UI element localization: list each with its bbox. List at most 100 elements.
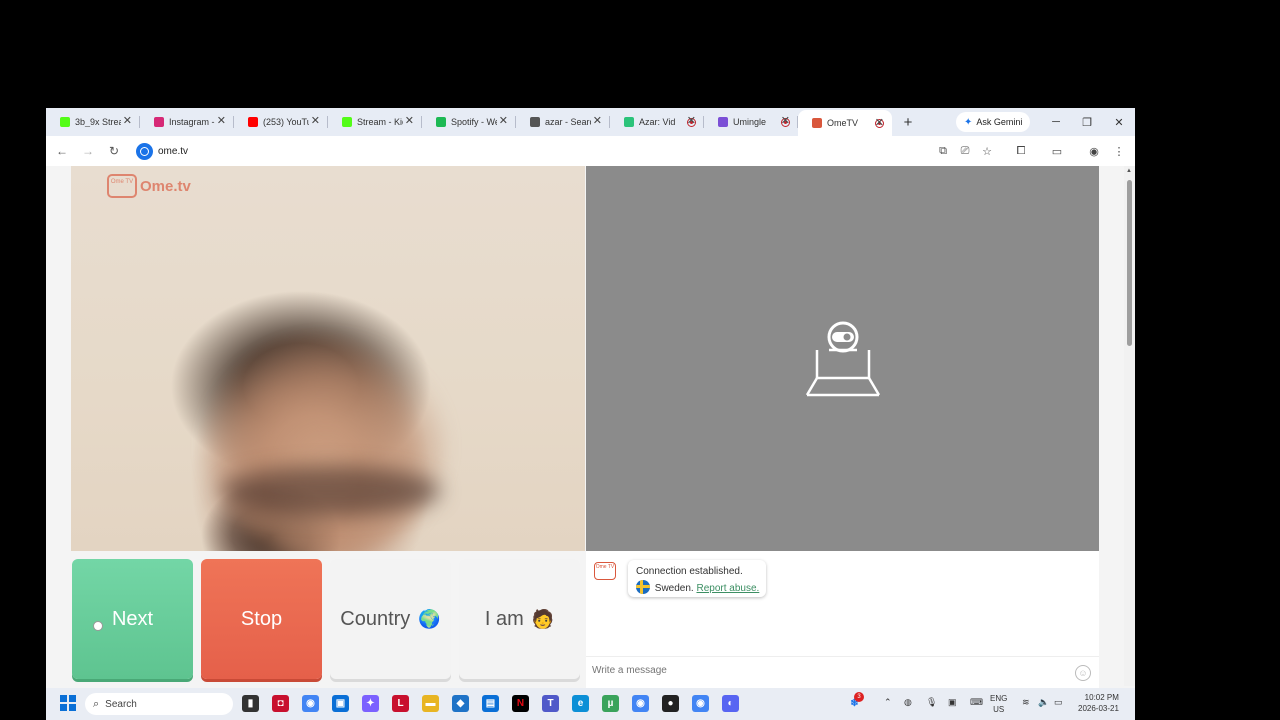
teams-icon[interactable]: T <box>542 695 559 712</box>
lang-top: ENG <box>990 694 1008 703</box>
country-button[interactable]: Country 🌍 <box>330 559 451 679</box>
close-tab-icon[interactable]: ✕ <box>875 117 884 129</box>
ometv-page: Ome TV Ome.tv Ome TV Connection establis… <box>46 166 1135 720</box>
vpn-icon[interactable]: ◆ <box>452 695 469 712</box>
tab-kick[interactable]: Stream - Kick✕ <box>328 108 422 136</box>
copilot-icon[interactable]: ✦ <box>362 695 379 712</box>
tab-youtube[interactable]: (253) YouTube✕ <box>234 108 328 136</box>
close-tab-icon[interactable]: ✕ <box>405 115 414 127</box>
scroll-thumb[interactable] <box>1127 180 1132 346</box>
extensions-icon[interactable]: ⧠ <box>1013 143 1029 159</box>
close-tab-icon[interactable]: ✕ <box>781 115 790 127</box>
scroll-up-icon[interactable]: ▲ <box>1126 168 1132 174</box>
news-icon[interactable]: L <box>392 695 409 712</box>
side-panel-icon[interactable]: ▭ <box>1049 143 1065 159</box>
chrome-profile-icon[interactable]: ◉ <box>692 695 709 712</box>
ask-gemini-button[interactable]: ✦ Ask Gemini <box>956 112 1031 132</box>
remote-desktop-icon[interactable]: ▤ <box>482 695 499 712</box>
gender-button[interactable]: I am 🧑 <box>459 559 580 679</box>
minimize-button[interactable]: ─ <box>1040 108 1072 136</box>
gemini-icon: ✦ <box>964 116 973 128</box>
chrome-active-icon[interactable]: ◉ <box>632 695 649 712</box>
stop-button[interactable]: Stop <box>201 559 322 679</box>
task-view-icon[interactable]: ▮ <box>242 695 259 712</box>
emoji-icon[interactable]: ☺ <box>1075 665 1091 681</box>
install-app-icon[interactable]: ⎚ <box>957 143 973 159</box>
partner-country: Sweden. <box>654 583 694 594</box>
utorrent-icon[interactable]: µ <box>602 695 619 712</box>
spotify-icon <box>436 117 446 127</box>
edge-icon[interactable]: e <box>572 695 589 712</box>
volume-icon[interactable]: 🔈 <box>1038 697 1049 708</box>
wifi-icon[interactable]: ≋ <box>1022 697 1030 708</box>
bookmark-star-icon[interactable]: ☆ <box>979 143 995 159</box>
taskbar-search[interactable]: ⌕ Search <box>85 693 233 715</box>
report-abuse-link[interactable]: Report abuse. <box>696 583 759 594</box>
translate-icon[interactable]: ⧉ <box>935 143 951 159</box>
tab-ometv[interactable]: OmeTV ✕ <box>798 110 892 136</box>
next-button[interactable]: Next <box>72 559 193 679</box>
keyboard-icon[interactable]: ⌨ <box>970 697 983 708</box>
forward-icon[interactable]: → <box>76 139 100 163</box>
close-tab-icon[interactable]: ✕ <box>217 115 226 127</box>
microphone-icon[interactable]: 🎙 <box>926 697 937 708</box>
tab-title: 3b_9x Stream <box>75 117 121 127</box>
battery-icon[interactable]: ▭ <box>1054 697 1063 708</box>
tray-screen-icon[interactable]: ▣ <box>948 697 957 708</box>
blurred-face <box>206 321 446 551</box>
tab-title: Azar: Vid <box>639 117 676 127</box>
maximize-button[interactable]: ❐ <box>1071 108 1103 136</box>
profile-icon[interactable]: ◉ <box>1086 143 1102 159</box>
message-input[interactable] <box>592 665 1032 676</box>
youtube-icon <box>248 117 258 127</box>
country-label: Country <box>340 607 411 630</box>
tray-app-icon[interactable]: ◍ <box>904 697 912 708</box>
ask-gemini-label: Ask Gemini <box>976 117 1023 127</box>
address-bar[interactable]: ome.tv <box>136 142 188 160</box>
tab-azar[interactable]: Azar: Vid ✕ <box>610 108 704 136</box>
new-tab-button[interactable]: + <box>896 114 920 131</box>
netflix-icon[interactable]: N <box>512 695 529 712</box>
close-tab-icon[interactable]: ✕ <box>311 115 320 127</box>
store-icon[interactable]: ▣ <box>332 695 349 712</box>
obs-icon[interactable]: ● <box>662 695 679 712</box>
reload-icon[interactable]: ↻ <box>102 139 126 163</box>
close-tab-icon[interactable]: ✕ <box>499 115 508 127</box>
mouse-cursor <box>93 621 103 631</box>
language-indicator[interactable]: ENG US <box>990 693 1007 715</box>
tab-title: Spotify - We <box>451 117 497 127</box>
discord-icon[interactable]: ◐ <box>722 695 739 712</box>
tab-title: Stream - Kick <box>357 117 403 127</box>
iam-label: I am <box>484 607 524 630</box>
show-hidden-icons[interactable]: ⌃ <box>884 697 892 708</box>
back-icon[interactable]: ← <box>50 139 74 163</box>
search-icon: ⌕ <box>93 697 100 710</box>
tab-search[interactable]: azar - Search✕ <box>516 108 610 136</box>
close-tab-icon[interactable]: ✕ <box>593 115 602 127</box>
tab-instagram[interactable]: Instagram - ✕ <box>140 108 234 136</box>
menu-icon[interactable]: ⋮ <box>1111 143 1127 159</box>
close-tab-icon[interactable]: ✕ <box>687 115 696 127</box>
next-label: Next <box>111 607 154 630</box>
windows-start-icon[interactable] <box>60 695 76 711</box>
stop-label: Stop <box>240 607 283 630</box>
connection-text: Connection established. <box>636 566 743 577</box>
webcam-icon <box>805 321 881 397</box>
site-info-icon[interactable] <box>136 142 153 160</box>
search-icon <box>530 117 540 127</box>
lang-bottom: US <box>993 705 1005 714</box>
tv-logo-icon: Ome TV <box>107 174 137 198</box>
folder-icon[interactable]: ▬ <box>422 695 439 712</box>
chrome-icon[interactable]: ◉ <box>302 695 319 712</box>
tab-title: Umingle <box>733 117 767 127</box>
tab-umingle[interactable]: Umingle ✕ <box>704 108 798 136</box>
tab-spotify[interactable]: Spotify - We ✕ <box>422 108 516 136</box>
page-scrollbar[interactable]: ▲ <box>1124 166 1135 686</box>
tab-title: azar - Search <box>545 117 591 127</box>
tab-kick[interactable]: 3b_9x Stream✕ <box>46 108 140 136</box>
ometv-logo: Ome TV Ome.tv <box>107 174 191 198</box>
app-icon[interactable]: ◘ <box>272 695 289 712</box>
close-window-button[interactable]: ✕ <box>1103 108 1135 136</box>
system-clock[interactable]: 10:02 PM 2026-03-21 <box>1078 692 1119 714</box>
close-tab-icon[interactable]: ✕ <box>123 115 132 127</box>
